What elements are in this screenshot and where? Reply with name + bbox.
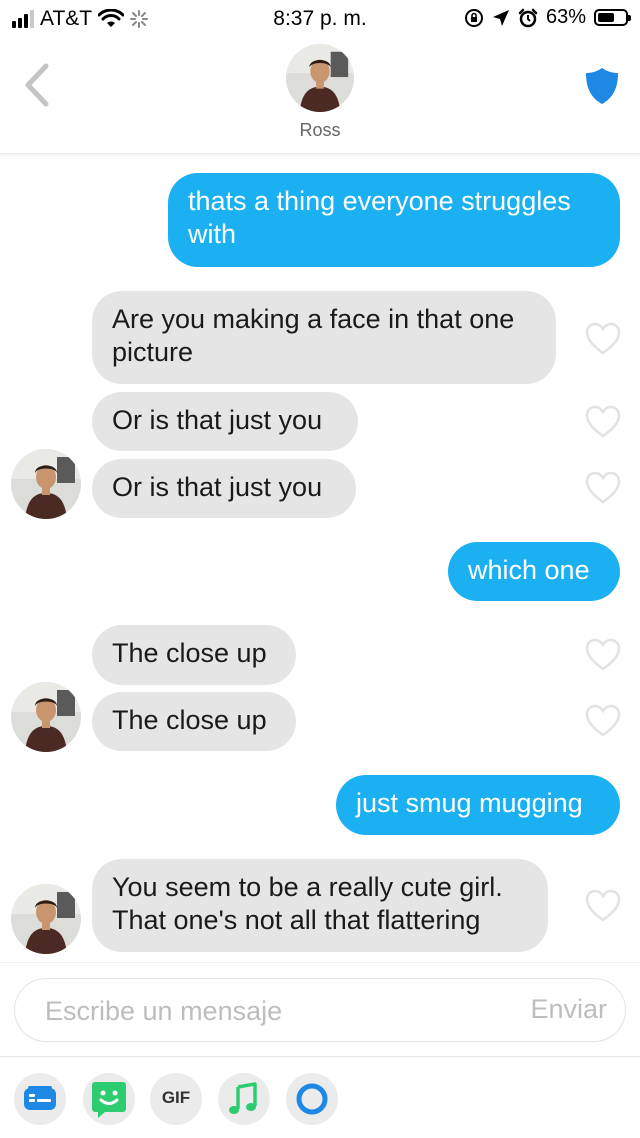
stickers-button[interactable] bbox=[14, 1073, 66, 1125]
like-heart-icon[interactable] bbox=[585, 405, 621, 439]
sent-message[interactable]: thats a thing everyone struggles with bbox=[168, 173, 620, 267]
sent-message[interactable]: just smug mugging bbox=[336, 775, 620, 835]
received-message[interactable]: You seem to be a really cute girl. That … bbox=[92, 859, 548, 952]
loop-button[interactable] bbox=[286, 1073, 338, 1125]
gif-icon: GIF bbox=[161, 1088, 191, 1107]
battery-percent: 63% bbox=[545, 6, 586, 28]
contact-avatar[interactable] bbox=[11, 884, 81, 954]
avatar-photo bbox=[286, 44, 354, 112]
message-text: Or is that just you bbox=[112, 472, 323, 502]
music-button[interactable] bbox=[218, 1073, 270, 1125]
contact-name[interactable]: Ross bbox=[0, 120, 640, 141]
contact-avatar[interactable] bbox=[11, 449, 81, 519]
message-input[interactable] bbox=[45, 989, 485, 1033]
back-chevron-icon[interactable] bbox=[18, 60, 58, 110]
received-message[interactable]: The close up bbox=[92, 625, 296, 685]
like-heart-icon[interactable] bbox=[585, 638, 621, 672]
safety-shield-icon[interactable] bbox=[584, 66, 620, 106]
received-message[interactable]: Or is that just you bbox=[92, 459, 356, 518]
bitmoji-icon bbox=[92, 1082, 126, 1118]
like-heart-icon[interactable] bbox=[585, 322, 621, 356]
alarm-icon bbox=[518, 8, 538, 27]
battery-icon bbox=[594, 9, 631, 26]
stickers-icon bbox=[24, 1086, 56, 1110]
message-text: just smug mugging bbox=[356, 788, 583, 818]
like-heart-icon[interactable] bbox=[585, 889, 621, 923]
message-composer: Enviar bbox=[14, 978, 626, 1042]
location-arrow-icon bbox=[492, 9, 509, 26]
like-heart-icon[interactable] bbox=[585, 704, 621, 738]
message-text: Or is that just you bbox=[112, 405, 323, 435]
message-text: You seem to be a really cute girl. That … bbox=[112, 872, 503, 935]
loop-icon bbox=[296, 1083, 328, 1115]
gif-button[interactable]: GIF bbox=[150, 1073, 202, 1125]
toolbar-divider bbox=[0, 1056, 640, 1057]
contact-avatar[interactable] bbox=[11, 682, 81, 752]
contact-avatar[interactable] bbox=[286, 44, 354, 112]
avatar-photo bbox=[11, 449, 81, 519]
like-heart-icon[interactable] bbox=[585, 471, 621, 505]
avatar-photo bbox=[11, 682, 81, 752]
bitmoji-button[interactable] bbox=[83, 1073, 135, 1125]
status-bar: AT&T 8:37 p. m. 63% bbox=[0, 0, 640, 40]
received-message[interactable]: Or is that just you bbox=[92, 392, 358, 451]
message-text: The close up bbox=[112, 705, 267, 735]
rotation-lock-icon bbox=[464, 8, 483, 27]
message-text: thats a thing everyone struggles with bbox=[188, 186, 571, 249]
composer-top-divider bbox=[0, 962, 640, 963]
message-text: Are you making a face in that one pictur… bbox=[112, 304, 515, 367]
message-text: The close up bbox=[112, 638, 267, 668]
music-icon bbox=[229, 1082, 257, 1114]
received-message[interactable]: The close up bbox=[92, 692, 296, 751]
sent-message[interactable]: which one bbox=[448, 542, 620, 601]
battery-level bbox=[598, 13, 614, 22]
avatar-photo bbox=[11, 884, 81, 954]
chat-header: Ross bbox=[0, 40, 640, 154]
message-text: which one bbox=[468, 555, 590, 585]
send-button[interactable]: Enviar bbox=[530, 994, 607, 1025]
received-message[interactable]: Are you making a face in that one pictur… bbox=[92, 291, 556, 384]
status-right: 63% bbox=[464, 6, 631, 29]
